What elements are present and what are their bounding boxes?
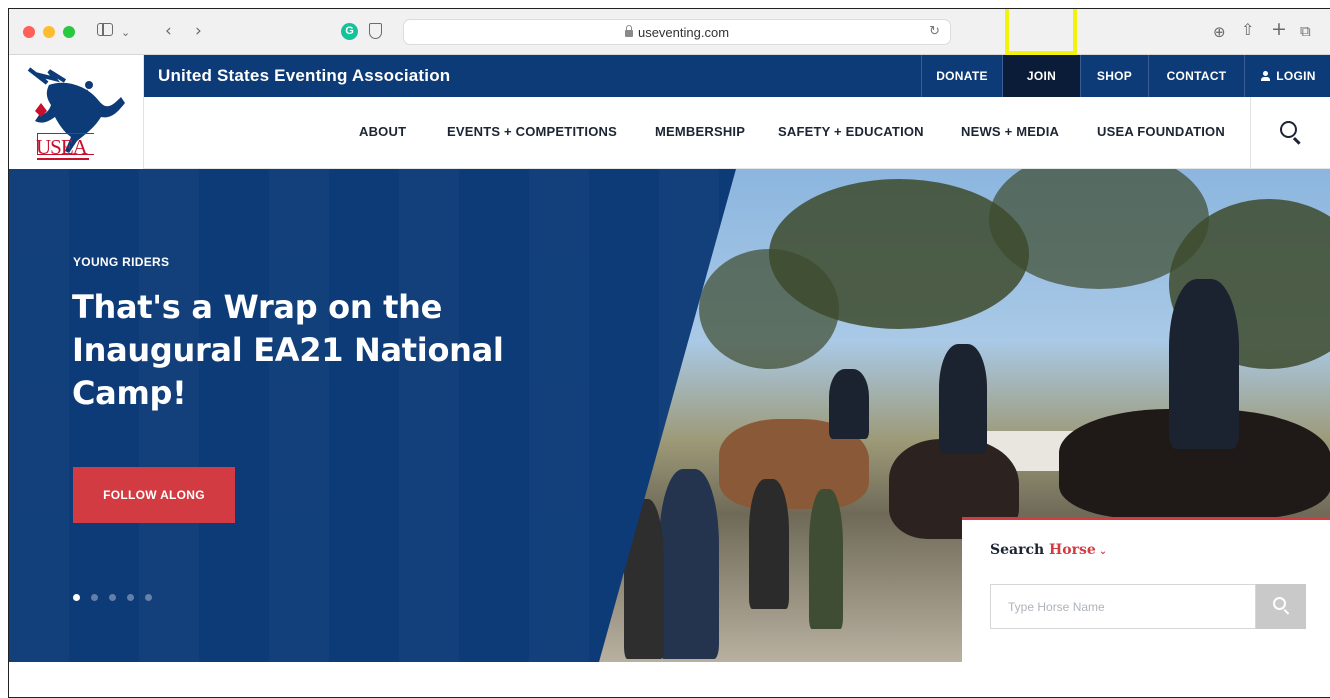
zoom-window-button[interactable] (63, 26, 75, 38)
user-icon (1260, 71, 1271, 81)
nav-events-competitions[interactable]: EVENTS + COMPETITIONS (447, 124, 617, 139)
hero-carousel: YOUNG RIDERS That's a Wrap on the Inaugu… (9, 169, 1330, 662)
search-icon (1273, 597, 1286, 610)
website: USEA United States Eventing Association … (9, 55, 1330, 697)
nav-about[interactable]: ABOUT (359, 124, 406, 139)
utility-bar: United States Eventing Association DONAT… (144, 55, 1330, 97)
forward-icon[interactable]: › (195, 21, 202, 41)
new-tab-icon[interactable]: + (1271, 19, 1287, 39)
chevron-down-icon: ⌄ (1098, 546, 1108, 557)
tab-overview-icon[interactable]: ⧉ (1300, 21, 1311, 41)
browser-window: ⌄ ‹ › G useventing.com ↻ ⊕ ⇧ + ⧉ USEA Un… (8, 8, 1330, 698)
shop-link[interactable]: SHOP (1080, 55, 1148, 97)
follow-along-button[interactable]: FOLLOW ALONG (73, 467, 235, 523)
carousel-dot[interactable] (109, 594, 116, 601)
carousel-pagination (73, 588, 163, 606)
lock-icon (624, 25, 633, 37)
search-category-label: Horse (1049, 542, 1096, 558)
nav-usea-foundation[interactable]: USEA FOUNDATION (1097, 124, 1225, 139)
page-content-below (9, 662, 1330, 697)
contact-link[interactable]: CONTACT (1148, 55, 1244, 97)
share-icon[interactable]: ⇧ (1241, 20, 1254, 40)
url-text: useventing.com (637, 25, 730, 40)
grammarly-extension-icon[interactable]: G (341, 23, 358, 40)
site-search-button[interactable] (1250, 97, 1330, 169)
search-category-dropdown[interactable]: Horse ⌄ (1049, 542, 1107, 558)
join-highlight-annotation (1005, 9, 1077, 55)
main-navigation: ABOUT EVENTS + COMPETITIONS MEMBERSHIP S… (144, 97, 1330, 169)
reload-icon[interactable]: ↻ (929, 24, 940, 39)
horse-name-input[interactable] (990, 584, 1256, 629)
horse-search-widget: Search Horse ⌄ (962, 517, 1330, 662)
privacy-shield-icon[interactable] (369, 23, 382, 39)
search-icon (1280, 121, 1297, 138)
downloads-icon[interactable]: ⊕ (1213, 22, 1226, 42)
back-icon[interactable]: ‹ (165, 21, 172, 41)
nav-news-media[interactable]: NEWS + MEDIA (961, 124, 1059, 139)
search-widget-title: Search Horse ⌄ (990, 542, 1107, 558)
login-link[interactable]: LOGIN (1244, 55, 1330, 97)
nav-safety-education[interactable]: SAFETY + EDUCATION (778, 124, 924, 139)
nav-membership[interactable]: MEMBERSHIP (655, 124, 745, 139)
login-label: LOGIN (1276, 69, 1316, 83)
carousel-dot[interactable] (145, 594, 152, 601)
search-title-label: Search (990, 542, 1045, 558)
address-bar[interactable]: useventing.com ↻ (403, 19, 951, 45)
carousel-dot[interactable] (127, 594, 134, 601)
browser-toolbar: ⌄ ‹ › G useventing.com ↻ ⊕ ⇧ + ⧉ (9, 9, 1330, 55)
carousel-dot[interactable] (73, 594, 80, 601)
join-link[interactable]: JOIN (1002, 55, 1080, 97)
horse-search-button[interactable] (1256, 584, 1306, 629)
logo-wordmark: USEA (36, 135, 88, 159)
donate-link[interactable]: DONATE (921, 55, 1002, 97)
minimize-window-button[interactable] (43, 26, 55, 38)
usea-logo[interactable]: USEA (9, 55, 144, 169)
close-window-button[interactable] (23, 26, 35, 38)
hero-headline[interactable]: That's a Wrap on the Inaugural EA21 Nati… (72, 286, 592, 415)
hero-category[interactable]: YOUNG RIDERS (73, 255, 169, 269)
carousel-dot[interactable] (91, 594, 98, 601)
sidebar-toggle-icon[interactable] (97, 23, 113, 36)
chevron-down-icon[interactable]: ⌄ (121, 23, 130, 43)
organization-name[interactable]: United States Eventing Association (158, 66, 450, 86)
